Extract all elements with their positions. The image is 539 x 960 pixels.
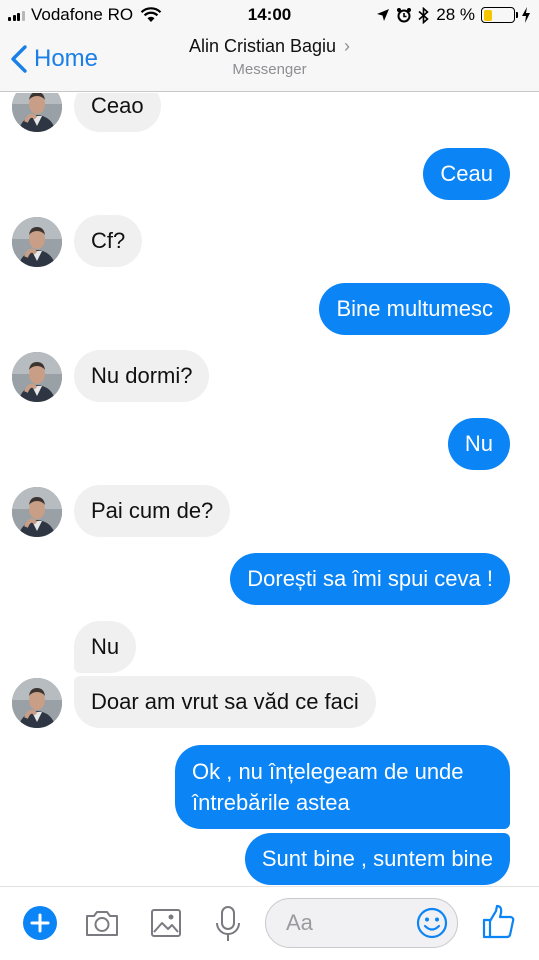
- microphone-icon[interactable]: [213, 905, 243, 945]
- contact-name: Alin Cristian Bagiu: [188, 36, 337, 56]
- avatar-portrait-icon: [12, 487, 62, 537]
- avatar-portrait-icon: [12, 93, 62, 132]
- camera-icon[interactable]: [84, 905, 120, 941]
- message-incoming[interactable]: Nu dormi?: [74, 350, 210, 402]
- chevron-right-icon: ›: [344, 36, 351, 56]
- avatar-portrait-icon: [12, 217, 62, 267]
- gallery-icon[interactable]: [149, 905, 183, 941]
- message-list[interactable]: Ceao Ceau Cf? Bine multumesc Nu dormi? N…: [0, 93, 539, 886]
- plus-icon[interactable]: [22, 905, 58, 941]
- message-outgoing[interactable]: Nu: [447, 418, 510, 470]
- message-input[interactable]: [286, 899, 416, 947]
- charging-bolt-icon: [522, 7, 530, 23]
- message-incoming[interactable]: Ceao: [74, 93, 161, 132]
- location-arrow-icon: [377, 9, 390, 21]
- message-incoming[interactable]: Pai cum de?: [74, 485, 231, 537]
- contact-avatar[interactable]: [12, 217, 62, 267]
- status-right: 28 %: [370, 5, 531, 25]
- battery-icon: [481, 7, 518, 23]
- contact-avatar[interactable]: [12, 352, 62, 402]
- avatar-portrait-icon: [12, 678, 62, 728]
- message-incoming[interactable]: Cf?: [74, 215, 143, 267]
- message-composer: [0, 886, 539, 960]
- message-outgoing[interactable]: Bine multumesc: [319, 283, 510, 335]
- message-incoming[interactable]: Nu: [74, 621, 137, 673]
- message-input-field[interactable]: [265, 898, 458, 948]
- message-outgoing[interactable]: Ceau: [423, 148, 510, 200]
- bluetooth-icon: [418, 6, 429, 24]
- avatar-portrait-icon: [12, 352, 62, 402]
- like-icon[interactable]: [481, 903, 517, 941]
- battery-fill: [483, 9, 492, 21]
- contact-name-button[interactable]: Alin Cristian Bagiu ›: [0, 36, 539, 57]
- emoji-icon[interactable]: [416, 907, 448, 939]
- alarm-icon: [397, 8, 412, 23]
- message-incoming[interactable]: Doar am vrut sa văd ce faci: [74, 676, 376, 728]
- message-outgoing[interactable]: Sunt bine , suntem bine: [244, 833, 510, 885]
- message-outgoing[interactable]: Dorești sa îmi spui ceva !: [230, 553, 510, 605]
- conversation-header: Home Alin Cristian Bagiu › Messenger: [0, 30, 539, 92]
- battery-percent: 28 %: [436, 5, 475, 24]
- messenger-screen: Vodafone RO 14:00 28 % Home Alin Cristia…: [0, 0, 539, 960]
- status-bar: Vodafone RO 14:00 28 %: [0, 0, 539, 30]
- contact-subtitle: Messenger: [232, 61, 307, 78]
- contact-avatar[interactable]: [12, 678, 62, 728]
- contact-avatar[interactable]: [12, 487, 62, 537]
- contact-avatar[interactable]: [12, 93, 62, 132]
- message-outgoing[interactable]: Ok , nu înțelegeam de unde întrebările a…: [175, 745, 510, 829]
